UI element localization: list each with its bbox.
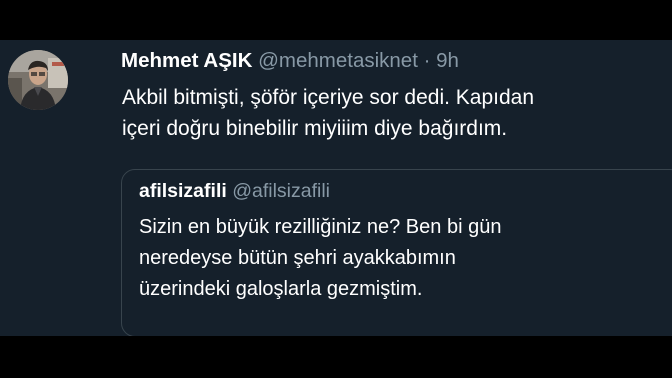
tweet-text-line: Akbil bitmişti, şöför içeriye sor dedi. … [122,86,535,109]
author-handle[interactable]: @mehmetasiknet [258,49,418,72]
quoted-text-line: neredeyse bütün şehri ayakkabımın [139,247,456,269]
author-name[interactable]: Mehmet AŞIK [121,49,252,72]
avatar[interactable] [8,50,68,110]
quoted-tweet-header: afilsizafili @afilsizafili [139,178,330,204]
quoted-text-line: üzerindeki galoşlarla gezmiştim. [139,278,423,300]
tweet-text-line: içeri doğru binebilir miyiiim diye bağır… [122,117,508,140]
quoted-author-name: afilsizafili [139,180,227,202]
tweet-text: Akbil bitmişti, şöför içeriye sor dedi. … [122,82,662,144]
tweet-card[interactable]: Mehmet AŞIK @mehmetasiknet · 9h Akbil bi… [0,40,672,336]
tweet-header: Mehmet AŞIK @mehmetasiknet · 9h [121,47,459,75]
header-separator: · [423,49,431,72]
tweet-timestamp[interactable]: 9h [436,49,459,72]
quoted-author-handle: @afilsizafili [232,180,331,202]
quoted-tweet-text: Sizin en büyük rezilliğiniz ne? Ben bi g… [139,212,501,305]
quoted-text-line: Sizin en büyük rezilliğiniz ne? Ben bi g… [139,216,502,238]
quoted-tweet[interactable]: afilsizafili @afilsizafili Sizin en büyü… [121,169,672,336]
profile-photo-icon [8,50,68,110]
